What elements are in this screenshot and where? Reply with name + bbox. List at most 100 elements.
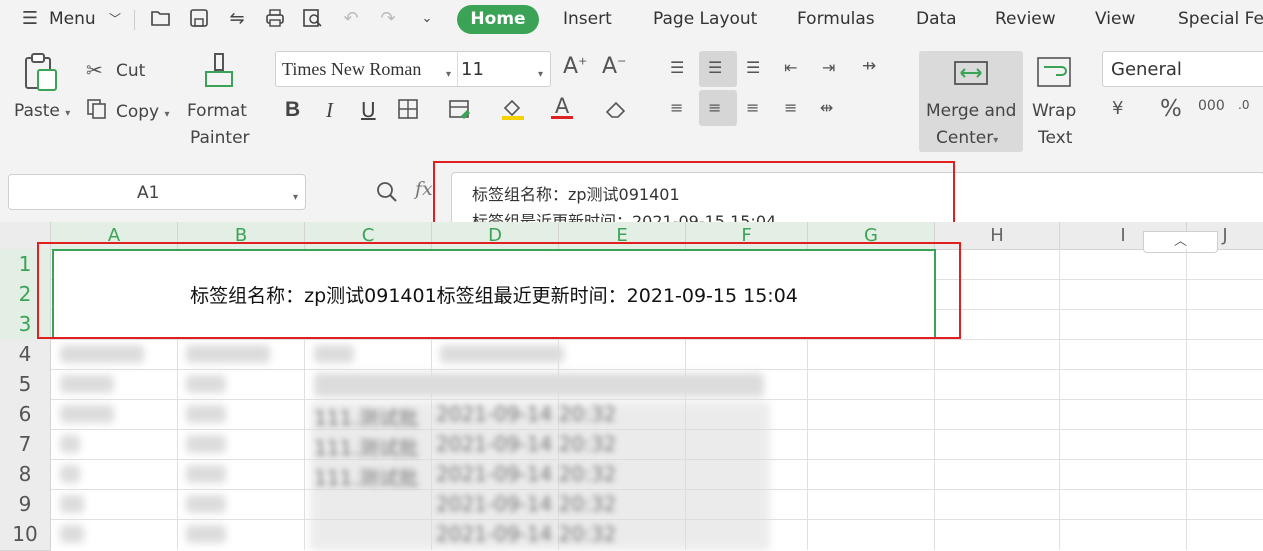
tab-home[interactable]: Home	[457, 5, 539, 34]
caret-down-icon: ▾	[65, 108, 71, 119]
align-middle-icon[interactable]: ☰	[708, 58, 722, 77]
chevron-down-icon[interactable]: ﹀	[104, 8, 126, 30]
ribbon: Paste ▾ ✂ Cut Copy ▾ Format Painter Time…	[0, 42, 1263, 156]
underline-button[interactable]: U	[361, 98, 376, 122]
paste-button[interactable]: Paste ▾	[14, 101, 70, 121]
divider	[134, 10, 135, 30]
row-header-9[interactable]: 9	[0, 489, 51, 520]
eraser-icon[interactable]	[604, 98, 630, 124]
blurred-cell	[314, 373, 764, 397]
customize-dropdown-icon[interactable]: ⌄	[416, 8, 438, 30]
undo-icon[interactable]: ↶	[340, 8, 362, 30]
justify-icon[interactable]: ≡	[784, 98, 797, 117]
format-painter-label-2[interactable]: Painter	[190, 128, 250, 148]
blurred-cell-text: 2021-09-14 20:32	[436, 522, 617, 546]
name-box-value: A1	[137, 183, 160, 203]
blurred-cell-text: 2021-09-14 20:32	[436, 432, 617, 456]
align-top-icon[interactable]: ☰	[670, 58, 684, 77]
decimal-icon[interactable]: .0	[1238, 98, 1249, 112]
wrap-text-label-2[interactable]: Text	[1038, 128, 1072, 148]
wrap-text-label-1[interactable]: Wrap	[1032, 101, 1076, 121]
menu-button[interactable]: Menu	[49, 9, 96, 29]
increase-font-icon[interactable]: A+	[563, 54, 587, 79]
paste-icon[interactable]	[22, 52, 60, 92]
format-painter-icon[interactable]	[202, 52, 236, 92]
decrease-indent-icon[interactable]: ⇤	[784, 58, 797, 77]
cell-highlight-box	[37, 242, 961, 339]
tab-review[interactable]: Review	[995, 9, 1056, 29]
text-direction-icon[interactable]: ⇸	[862, 56, 876, 76]
open-folder-icon[interactable]	[150, 8, 172, 30]
scissors-icon[interactable]: ✂	[86, 58, 103, 82]
increase-indent-icon[interactable]: ⇥	[822, 58, 835, 77]
fx-icon[interactable]: fx	[415, 178, 433, 200]
align-bottom-icon[interactable]: ☰	[746, 58, 760, 77]
italic-button[interactable]: I	[326, 98, 333, 123]
blurred-cell-text: 111.测试批	[314, 466, 419, 490]
print-icon[interactable]	[264, 8, 286, 30]
blurred-cell	[60, 405, 114, 423]
decrease-font-icon[interactable]: A−	[602, 54, 626, 79]
copy-icon[interactable]	[86, 98, 108, 124]
tab-insert[interactable]: Insert	[563, 9, 612, 29]
hamburger-icon[interactable]: ☰	[18, 8, 42, 30]
cut-button[interactable]: Cut	[116, 61, 145, 81]
row-header-4[interactable]: 4	[0, 339, 51, 370]
blurred-cell	[186, 495, 226, 513]
font-color-icon[interactable]: A	[551, 94, 573, 119]
tab-data[interactable]: Data	[916, 9, 957, 29]
caret-down-icon[interactable]: ▾	[538, 62, 543, 81]
font-size-input[interactable]: 11	[461, 59, 484, 80]
collapse-formula-bar-button[interactable]: ︿	[1143, 231, 1218, 253]
wrap-text-icon[interactable]	[1036, 56, 1072, 92]
caret-down-icon[interactable]: ▾	[293, 185, 298, 204]
row-header-6[interactable]: 6	[0, 399, 51, 430]
borders-icon[interactable]	[397, 98, 421, 124]
print-preview-icon[interactable]	[302, 8, 324, 30]
copy-label: Copy	[116, 102, 160, 122]
bold-button[interactable]: B	[285, 98, 300, 122]
font-name-input[interactable]: Times New Roman	[282, 59, 421, 80]
blurred-cell-text: 2021-09-14 20:32	[436, 492, 617, 516]
name-box[interactable]: A1 ▾	[8, 174, 306, 210]
gridline	[51, 399, 1263, 400]
align-left-icon[interactable]: ≡	[670, 98, 683, 117]
blurred-cell	[186, 435, 226, 453]
row-header-8[interactable]: 8	[0, 459, 51, 490]
blurred-cell	[60, 375, 114, 393]
cell-style-icon[interactable]	[448, 98, 474, 124]
tab-page-layout[interactable]: Page Layout	[653, 9, 757, 29]
blurred-cell	[186, 375, 226, 393]
align-right-icon[interactable]: ≡	[746, 98, 759, 117]
copy-button[interactable]: Copy ▾	[116, 102, 170, 122]
divider	[457, 52, 458, 86]
distributed-icon[interactable]: ⇹	[820, 98, 833, 117]
blurred-cell-text: 111.测试批	[314, 406, 419, 430]
menu-bar: ☰ Menu ﹀ ⇋ ↶ ↷ ⌄ Home Insert Page Layout…	[0, 0, 1263, 42]
gridline	[1186, 249, 1187, 550]
format-painter-label-1[interactable]: Format	[187, 101, 247, 121]
thousands-separator-icon[interactable]: 000	[1198, 98, 1225, 114]
save-icon[interactable]	[188, 8, 210, 30]
row-header-5[interactable]: 5	[0, 369, 51, 400]
currency-icon[interactable]: ¥	[1112, 98, 1123, 119]
row-header-7[interactable]: 7	[0, 429, 51, 460]
fill-color-icon[interactable]	[500, 96, 526, 126]
caret-down-icon: ▾	[993, 135, 999, 146]
font-selector[interactable]: Times New Roman ▾ 11 ▾	[275, 51, 551, 87]
redo-icon[interactable]: ↷	[377, 8, 399, 30]
number-format-select[interactable]: General	[1102, 51, 1263, 87]
blurred-cell	[60, 435, 80, 453]
zoom-function-icon[interactable]	[375, 180, 399, 208]
tab-view[interactable]: View	[1095, 9, 1135, 29]
tab-formulas[interactable]: Formulas	[797, 9, 875, 29]
export-icon[interactable]: ⇋	[226, 8, 248, 30]
caret-down-icon: ▾	[164, 109, 170, 120]
blurred-cell-text: 2021-09-14 20:32	[436, 462, 617, 486]
align-center-icon[interactable]: ≡	[708, 98, 721, 117]
caret-down-icon[interactable]: ▾	[446, 62, 451, 81]
row-header-10[interactable]: 10	[0, 519, 51, 551]
tab-special-features[interactable]: Special Fe	[1178, 9, 1263, 29]
gridline	[1059, 249, 1060, 550]
percent-icon[interactable]: %	[1160, 96, 1182, 122]
